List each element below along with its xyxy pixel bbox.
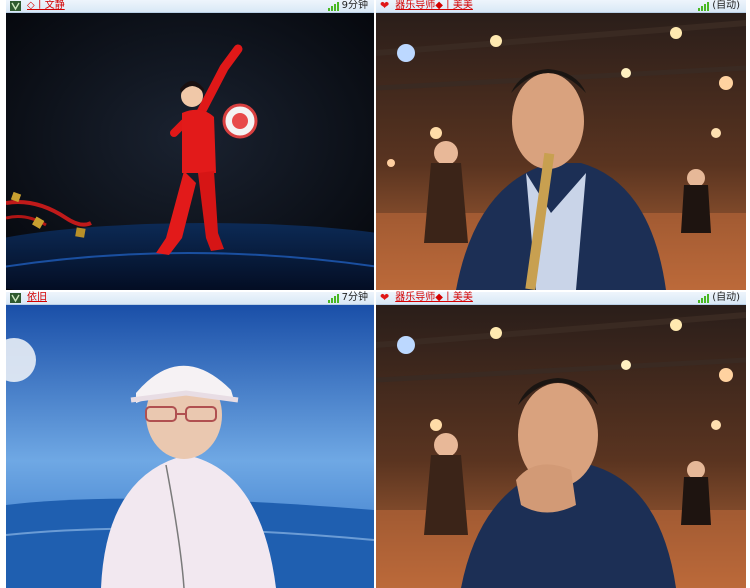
signal-icon: [327, 1, 339, 11]
video-feed: [376, 305, 746, 588]
user-name[interactable]: ◇丨文静: [27, 0, 65, 12]
lily-icon: [10, 293, 21, 303]
status-text: 7分钟: [341, 292, 368, 303]
signal-icon: [327, 293, 339, 303]
cell-title-bar: ❤ 器乐导师◆丨美美 (自动): [376, 292, 746, 305]
cell-title-bar: ◇丨文静 9分钟: [6, 0, 374, 13]
signal-icon: [697, 1, 710, 11]
video-cell-top-right[interactable]: ❤ 器乐导师◆丨美美 (自动): [376, 0, 746, 290]
heart-icon: ❤: [380, 0, 390, 12]
cell-title-bar: ❤ 器乐导师◆丨美美 (自动): [376, 0, 746, 13]
user-name[interactable]: 依旧: [27, 292, 47, 304]
lily-icon: [10, 1, 21, 11]
video-feed: [6, 305, 374, 588]
status-text: 9分钟: [341, 0, 368, 11]
video-cell-bottom-left[interactable]: 依旧 7分钟: [6, 292, 374, 588]
heart-icon: ❤: [380, 291, 390, 304]
signal-icon: [697, 293, 710, 303]
cell-title-bar: 依旧 7分钟: [6, 292, 374, 305]
user-name[interactable]: 器乐导师◆丨美美: [395, 292, 473, 304]
video-cell-bottom-right[interactable]: ❤ 器乐导师◆丨美美 (自动): [376, 292, 746, 588]
video-feed: [376, 13, 746, 290]
status-text: (自动): [712, 292, 740, 303]
video-feed: [6, 13, 374, 290]
user-name[interactable]: 器乐导师◆丨美美: [395, 0, 473, 12]
video-cell-top-left[interactable]: ◇丨文静 9分钟: [6, 0, 374, 290]
status-text: (自动): [712, 0, 740, 11]
